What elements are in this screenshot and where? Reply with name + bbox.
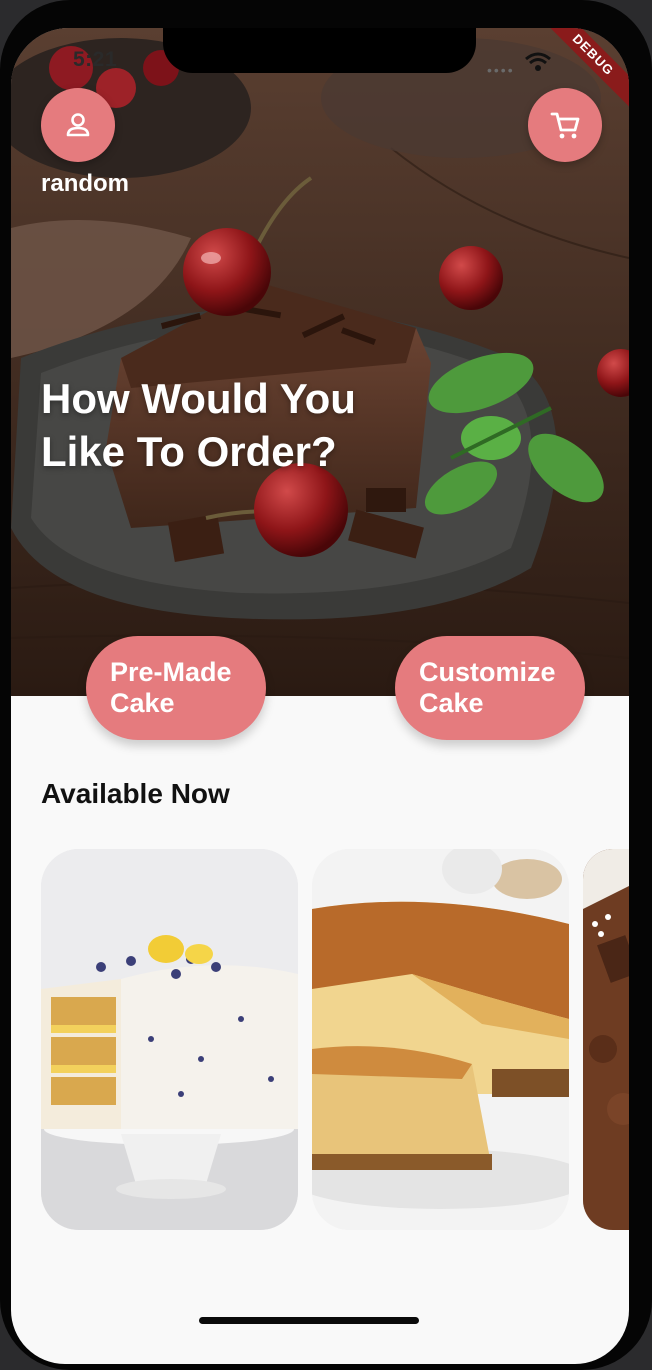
status-time: 5:21 [73,48,118,71]
cake-photo-chocolate [583,849,629,1230]
person-icon [66,113,90,137]
app-screen: 5:21 •••• DEBUG random How Would You Lik… [11,28,629,1364]
wifi-icon [525,52,551,71]
customize-label-line-2: Cake [419,688,484,718]
profile-button[interactable] [41,88,115,162]
pre-made-cake-button[interactable]: Pre-Made Cake [86,636,266,740]
hero-headline: How Would You Like To Order? [41,372,461,478]
headline-line-1: How Would You [41,375,356,422]
cake-photo-lemon-blueberry [41,849,298,1230]
cake-photo-cheesecake [312,849,569,1230]
cake-card[interactable] [583,849,629,1230]
cart-icon [550,112,580,139]
cake-card[interactable] [312,849,569,1230]
signal-icon: •••• [487,62,515,78]
device-notch [163,28,476,73]
pre-made-label-line-1: Pre-Made [110,657,232,687]
customize-cake-button[interactable]: Customize Cake [395,636,585,740]
device-frame: 5:21 •••• DEBUG random How Would You Lik… [0,0,652,1370]
cart-button[interactable] [528,88,602,162]
home-indicator [199,1317,419,1324]
cake-card[interactable] [41,849,298,1230]
pre-made-label-line-2: Cake [110,688,175,718]
headline-line-2: Like To Order? [41,428,337,475]
customize-label-line-1: Customize [419,657,556,687]
available-now-title: Available Now [41,778,230,809]
username-label: random [41,170,130,197]
